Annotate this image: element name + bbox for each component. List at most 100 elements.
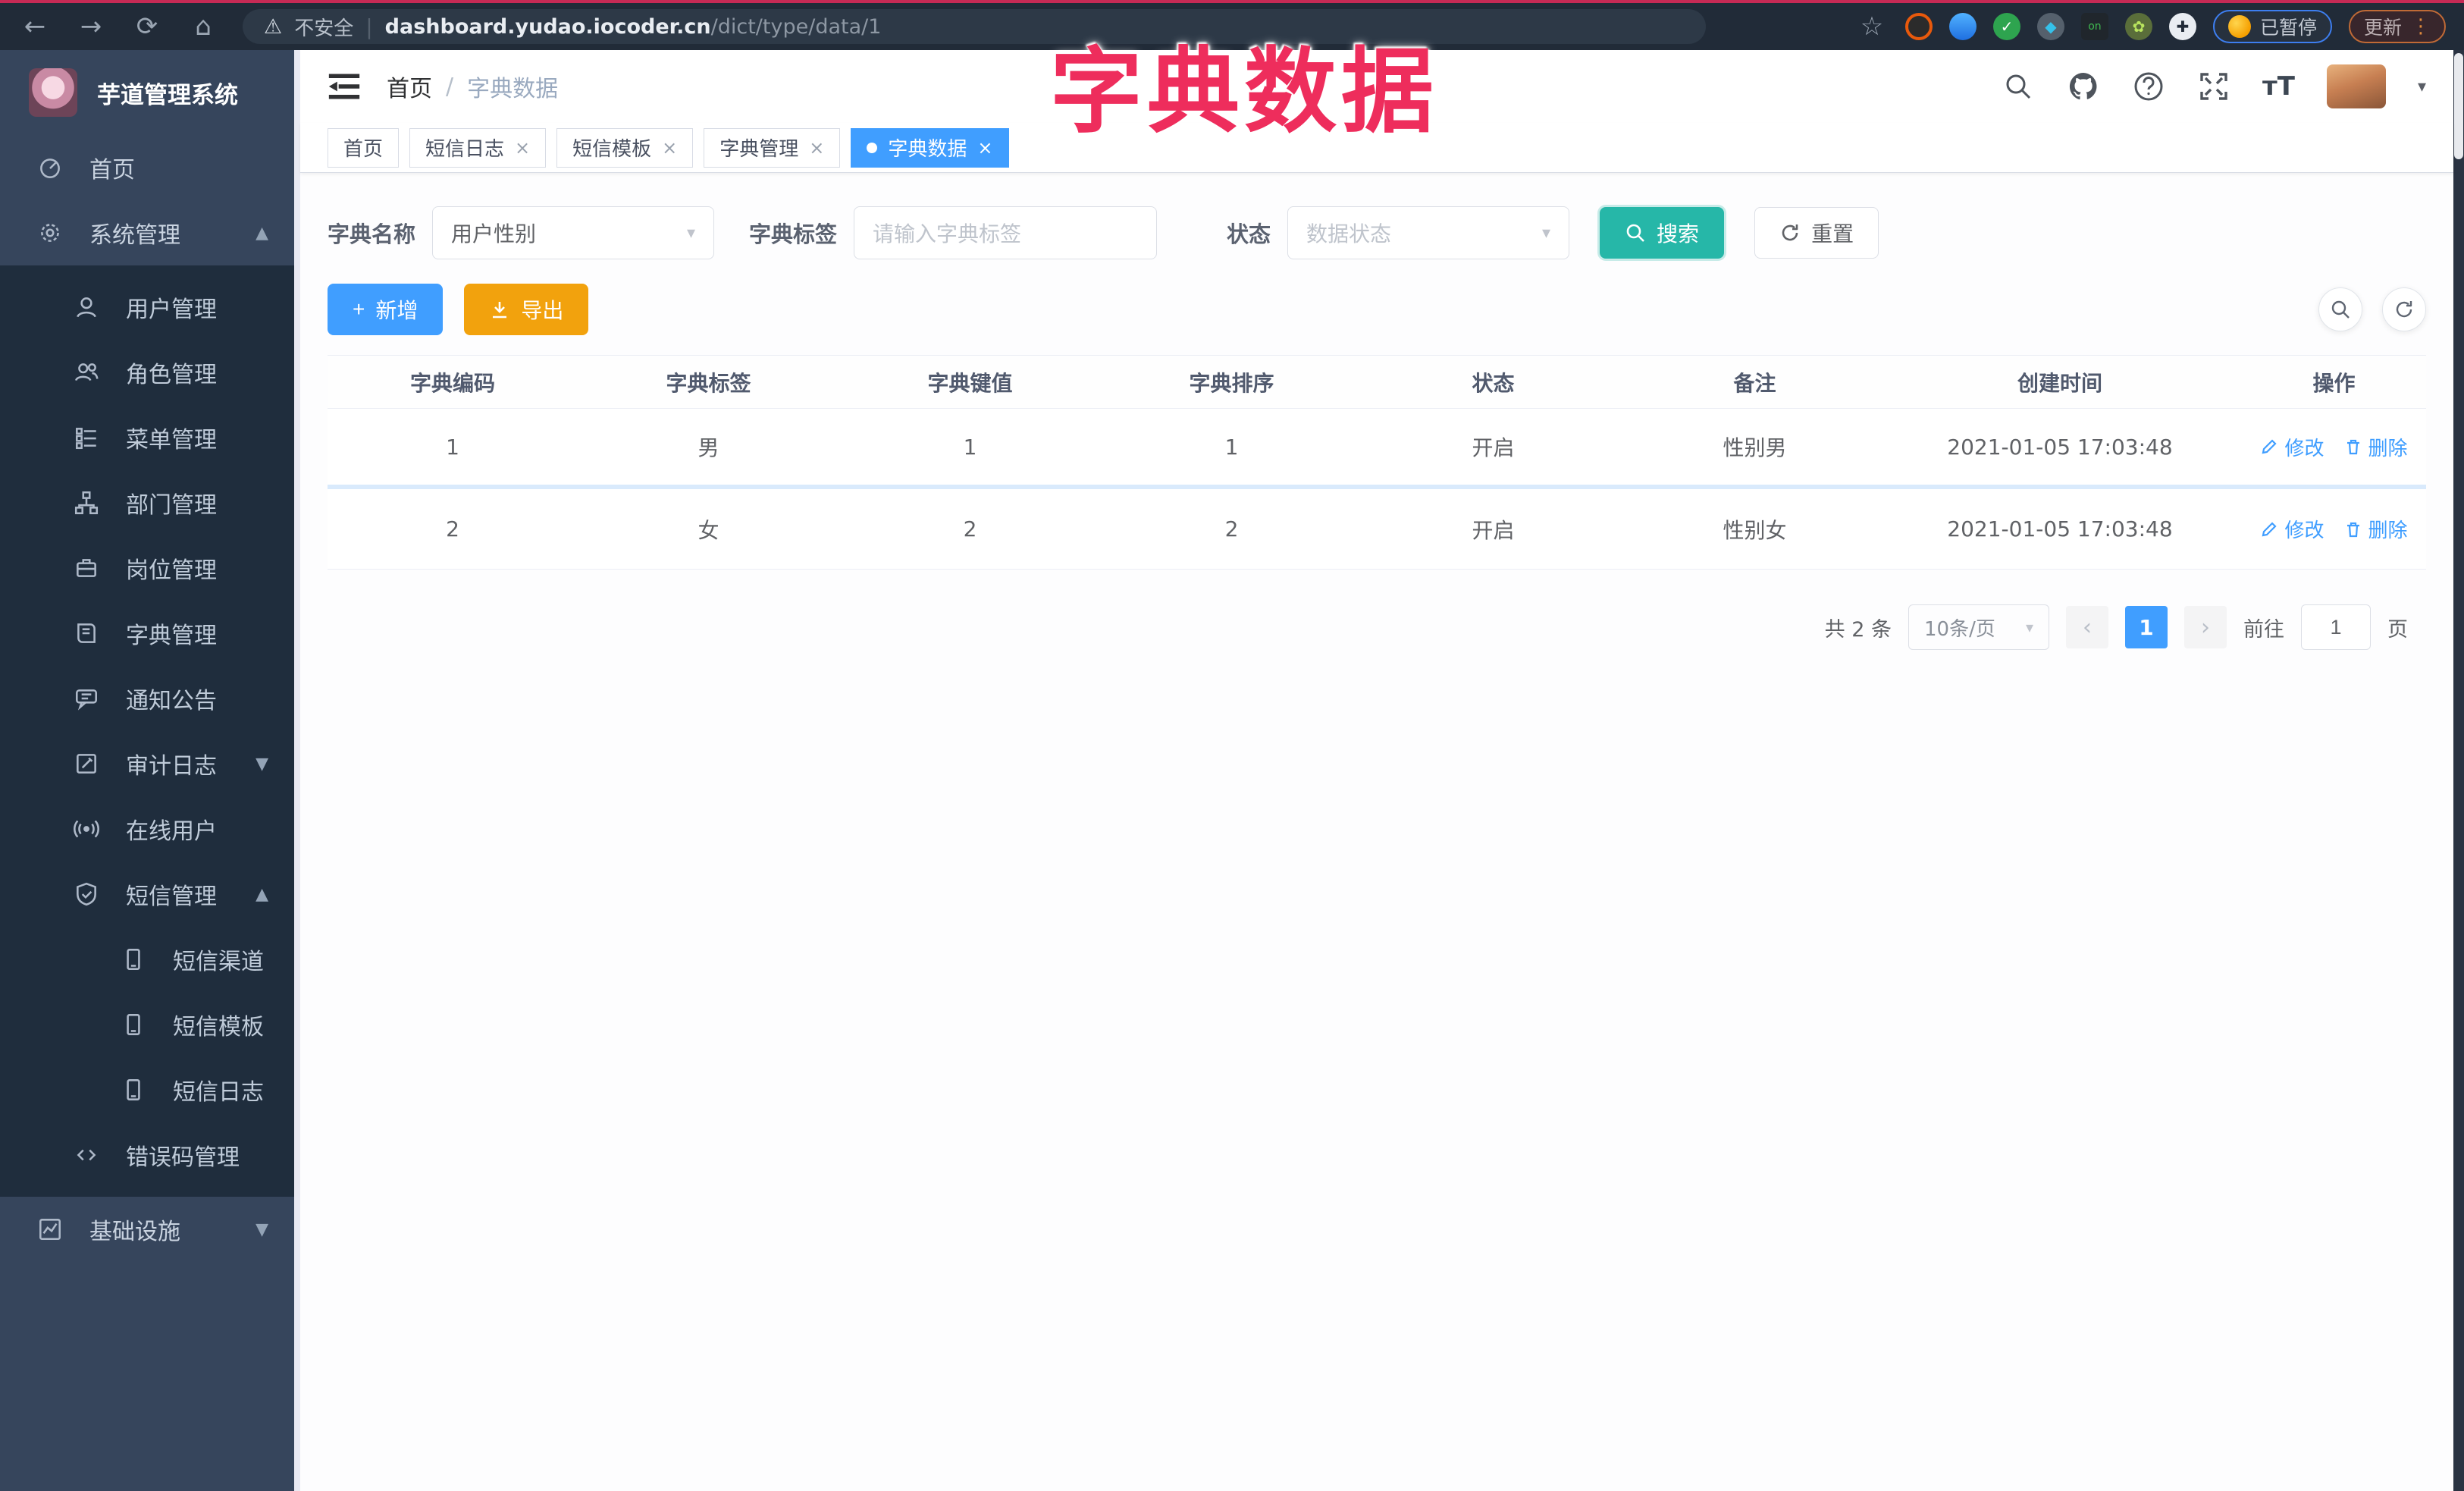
search-button[interactable]: 搜索 [1600,207,1725,259]
export-button[interactable]: 导出 [464,284,589,335]
edit-link[interactable]: 修改 [2260,433,2324,461]
sidebar-item-label: 菜单管理 [126,427,217,454]
forward-icon[interactable]: → [74,11,108,42]
tag-sms-template[interactable]: 短信模板 × [556,127,694,168]
breadcrumb-home[interactable]: 首页 [387,70,432,103]
active-dot [867,142,878,153]
chevron-up-icon: ▲ [255,223,268,243]
close-icon[interactable]: × [977,137,992,159]
browser-update-button[interactable]: 更新 ⋮ [2348,10,2446,43]
app-logo-row[interactable]: 芋道管理系统 [0,50,300,135]
browser-menu-icon[interactable]: ⋮ [2411,15,2431,38]
back-icon[interactable]: ← [18,11,52,42]
prev-page-button[interactable]: ‹ [2066,606,2108,648]
close-icon[interactable]: × [809,137,824,159]
fullscreen-icon[interactable] [2197,70,2230,103]
breadcrumb-separator: / [446,73,454,100]
close-icon[interactable]: × [662,137,677,159]
gear-icon [41,224,59,242]
sidebar-item-sms[interactable]: 短信管理 ▲ [0,862,300,927]
dict-name-select[interactable]: 用户性别 ▾ [432,206,715,259]
sidebar-item-sms-log[interactable]: 短信日志 [0,1057,300,1122]
edit-label: 修改 [2284,437,2324,460]
user-avatar[interactable] [2326,64,2386,108]
window-scrollbar[interactable] [2453,50,2464,1491]
tag-home[interactable]: 首页 [328,127,400,168]
status-label: 状态 [1227,221,1271,247]
browser-right-cluster: ☆ ✓ ◆ on ✿ ✚ 已暂停 更新 ⋮ [1855,10,2446,43]
sidebar-item-label: 审计日志 [126,753,217,780]
sidebar-item-dict[interactable]: 字典管理 [0,601,300,666]
profile-paused-badge[interactable]: 已暂停 [2212,10,2332,43]
extensions-puzzle-icon[interactable]: ✚ [2168,13,2196,40]
cell-dict-value: 1 [963,434,977,460]
home-icon[interactable]: ⌂ [187,11,220,42]
scrollbar-thumb[interactable] [2454,53,2463,159]
tag-label: 字典管理 [719,138,799,161]
extension-icon-sprout[interactable]: ✿ [2124,13,2152,40]
avatar-caret-icon[interactable]: ▾ [2418,77,2426,96]
add-button[interactable]: + 新增 [328,284,444,335]
table-row[interactable]: 2 女 2 2 开启 性别女 2021-01-05 17:03:48 修改 删除 [328,489,2426,570]
sidebar-item-online-users[interactable]: 在线用户 [0,796,300,862]
sidebar-item-label: 用户管理 [126,297,217,323]
reload-icon[interactable]: ⟳ [130,11,164,42]
extension-icon-blue-drop[interactable] [1948,13,1977,40]
sidebar-item-error-code[interactable]: 错误码管理 [0,1122,300,1188]
sidebar-item-sms-template[interactable]: 短信模板 [0,992,300,1057]
font-size-icon[interactable]: тT [2262,71,2295,102]
tag-dict-data[interactable]: 字典数据 × [851,127,1009,168]
sidebar-item-roles[interactable]: 角色管理 [0,340,300,405]
sidebar-item-posts[interactable]: 岗位管理 [0,535,300,601]
address-bar[interactable]: ⚠ 不安全 | dashboard.yudao.iocoder.cn/dict/… [243,9,1706,44]
cell-create-time: 2021-01-05 17:03:48 [1947,516,2173,541]
extension-icon-green-check[interactable]: ✓ [1992,13,2020,40]
sidebar-item-sms-channel[interactable]: 短信渠道 [0,927,300,992]
chevron-down-icon: ▼ [255,754,268,774]
sidebar-item-label: 首页 [89,157,135,184]
sidebar-item-label: 短信渠道 [173,949,264,975]
refresh-table-button[interactable] [2382,287,2426,331]
next-page-button[interactable]: › [2184,606,2227,648]
sidebar-item-departments[interactable]: 部门管理 [0,470,300,535]
delete-link[interactable]: 删除 [2344,515,2408,543]
close-icon[interactable]: × [515,137,530,159]
extension-icon-gray[interactable]: ◆ [2036,13,2064,40]
search-icon [2331,300,2350,319]
sidebar-item-audit-log[interactable]: 审计日志 ▼ [0,731,300,796]
sidebar-item-system[interactable]: 系统管理 ▲ [0,200,300,265]
reset-button[interactable]: 重置 [1754,207,1879,259]
tag-sms-log[interactable]: 短信日志 × [409,127,547,168]
table-row[interactable]: 1 男 1 1 开启 性别男 2021-01-05 17:03:48 修改 删除 [328,409,2426,489]
extension-icon-orange[interactable] [1904,13,1933,40]
sidebar: 芋道管理系统 首页 系统管理 ▲ 用户管理 角色管理 菜单管理 部门管理 岗位管… [0,50,300,1491]
status-select[interactable]: 数据状态 ▾ [1287,206,1570,259]
sidebar-scrollbar[interactable] [294,50,300,1491]
edit-link[interactable]: 修改 [2260,515,2324,543]
tag-label: 首页 [343,138,384,161]
column-header: 字典排序 [1189,370,1274,396]
sidebar-item-menus[interactable]: 菜单管理 [0,405,300,470]
extension-icon-on-badge[interactable]: on [2080,13,2108,40]
delete-link[interactable]: 删除 [2344,433,2408,461]
export-button-label: 导出 [521,299,564,322]
bookmark-star-icon[interactable]: ☆ [1855,11,1889,42]
sidebar-item-home[interactable]: 首页 [0,135,300,200]
dict-label-input[interactable]: 请输入字典标签 [854,206,1158,259]
book-icon [77,623,96,643]
tag-dict-manage[interactable]: 字典管理 × [704,127,841,168]
page-size-select[interactable]: 10条/页 ▾ [1908,604,2049,650]
annotation-top-line [0,0,2464,3]
goto-page-input[interactable] [2301,604,2371,650]
main-content: 首页 / 字典数据 тT ▾ 首页 短信日志 × 短信模板 × 字典管理 × 字典数据… [300,50,2453,1491]
sidebar-item-users[interactable]: 用户管理 [0,275,300,340]
current-page-button[interactable]: 1 [2125,606,2168,648]
github-icon[interactable] [2067,70,2100,103]
toggle-search-button[interactable] [2318,287,2362,331]
help-icon[interactable] [2132,70,2165,103]
hamburger-icon[interactable] [328,71,361,102]
filter-form: 字典名称 用户性别 ▾ 字典标签 请输入字典标签 状态 数据状态 ▾ 搜索 重置 [300,173,2453,267]
sidebar-item-notice[interactable]: 通知公告 [0,666,300,731]
sidebar-item-infrastructure[interactable]: 基础设施 ▼ [0,1197,300,1262]
search-icon[interactable] [2002,70,2035,103]
